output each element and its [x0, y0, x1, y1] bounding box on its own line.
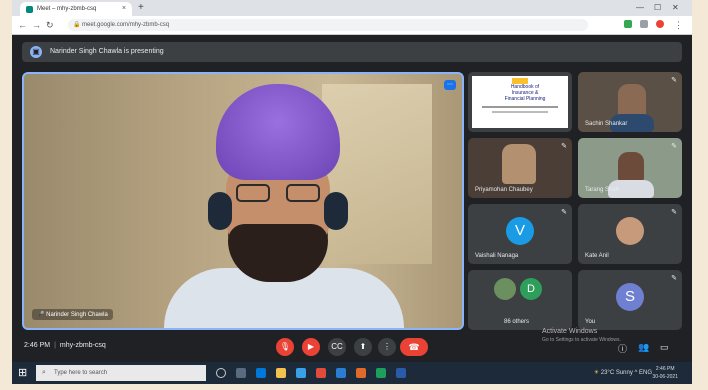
close-tab-icon[interactable]: × — [122, 2, 126, 16]
reload-icon[interactable]: ↻ — [46, 19, 54, 31]
close-window-icon[interactable]: ✕ — [672, 0, 679, 16]
menu-icon[interactable]: ⋮ — [674, 19, 683, 31]
tab-title: Meet – mhy-zbmb-csq — [37, 6, 97, 12]
avatar: S — [616, 283, 644, 311]
maximize-icon[interactable]: ☐ — [654, 0, 661, 16]
main-speaker-video[interactable]: ⋯ 🎤 Narinder Singh Chawla — [22, 72, 464, 330]
mute-icon: ✎ — [561, 209, 567, 216]
mute-icon: ✎ — [561, 143, 567, 150]
tile-participant[interactable]: ✎ Sachin Shankar — [578, 72, 682, 132]
tile-participant[interactable]: V ✎ Vaishali Nanaga — [468, 204, 572, 264]
profile-icon[interactable] — [656, 20, 664, 28]
extension-icon[interactable] — [640, 20, 648, 28]
cortana-icon[interactable] — [216, 368, 226, 378]
mic-off-icon[interactable]: 🎙 — [276, 338, 294, 356]
avatar: V — [506, 217, 534, 245]
presentation-icon: ▣ — [30, 46, 42, 58]
edge-icon[interactable] — [256, 368, 266, 378]
browser-tab[interactable]: Meet – mhy-zbmb-csq × — [20, 2, 132, 16]
turban — [216, 84, 340, 180]
mute-icon: ✎ — [671, 209, 677, 216]
participant-name: Vaishali Nanaga — [475, 253, 519, 259]
url-input[interactable]: 🔒 meet.google.com/mhy-zbmb-csq — [68, 19, 588, 31]
slide-title: Handbook of Insurance & Financial Planni… — [504, 84, 546, 102]
tile-others[interactable]: D 86 others — [468, 270, 572, 330]
meeting-controls: 2:46 PM | mhy-zbmb-csq 🎙 ▶ CC ⬆ ⋮ ☎ Activa… — [12, 328, 692, 362]
file-explorer-icon[interactable] — [276, 368, 286, 378]
forward-icon[interactable]: → — [32, 19, 41, 31]
slide-preview: Handbook of Insurance & Financial Planni… — [472, 76, 568, 128]
end-call-button[interactable]: ☎ — [400, 338, 428, 356]
camera-off-icon[interactable]: ▶ — [302, 338, 320, 356]
glasses — [236, 184, 320, 204]
meeting-time: 2:46 PM — [24, 342, 51, 349]
system-tray[interactable]: ☀ 23°C Sunny ^ ENG — [594, 362, 652, 384]
tile-self[interactable]: S ✎ You — [578, 270, 682, 330]
avatar — [494, 278, 516, 300]
present-icon[interactable]: ⬆ — [354, 338, 372, 356]
windows-start-icon[interactable]: ⊞ — [18, 367, 27, 379]
participant-name: Priyamohan Chaubey — [475, 187, 533, 193]
word-icon[interactable] — [336, 368, 346, 378]
captions-icon[interactable]: CC — [328, 338, 346, 356]
people-icon[interactable]: 👥 — [638, 342, 649, 353]
chat-icon[interactable]: ▭ — [660, 342, 669, 353]
store-icon[interactable] — [296, 368, 306, 378]
speaker-name: 🎤 Narinder Singh Chawla — [32, 309, 113, 320]
chrome-icon[interactable] — [316, 368, 326, 378]
participant-name: Tarang Shah — [585, 187, 620, 193]
mute-icon: ✎ — [671, 77, 677, 84]
address-bar: ← → ↻ 🔒 meet.google.com/mhy-zbmb-csq ⋮ — [12, 16, 692, 35]
tile-participant[interactable]: ✎ Kate Anil — [578, 204, 682, 264]
mute-icon: ✎ — [671, 275, 677, 282]
participant-name: Sachin Shankar — [585, 121, 628, 127]
participant-name: Kate Anil — [585, 253, 609, 259]
presenting-text: Narinder Singh Chawla is presenting — [50, 48, 164, 55]
info-icon[interactable]: ⓘ — [618, 342, 627, 355]
meeting-code: mhy-zbmb-csq — [59, 342, 106, 349]
task-view-icon[interactable] — [236, 368, 246, 378]
screen: Meet – mhy-zbmb-csq × + — ☐ ✕ ← → ↻ 🔒 me… — [12, 0, 692, 384]
tile-presentation[interactable]: Handbook of Insurance & Financial Planni… — [468, 72, 572, 132]
extension-icon[interactable] — [624, 20, 632, 28]
participant-name: 86 others — [504, 319, 530, 325]
app-icon[interactable] — [396, 368, 406, 378]
avatar — [616, 217, 644, 245]
windows-taskbar: ⊞ ⌕ Type here to search ☀ 23°C Sunny ^ E… — [12, 362, 692, 384]
meet-app-icon[interactable] — [376, 368, 386, 378]
tile-participant[interactable]: ✎ Priyamohan Chaubey — [468, 138, 572, 198]
minimize-icon[interactable]: — — [636, 0, 644, 16]
search-icon: ⌕ — [42, 369, 46, 376]
taskbar-search-input[interactable]: ⌕ Type here to search — [36, 365, 206, 381]
back-icon[interactable]: ← — [18, 19, 27, 31]
meeting-info: 2:46 PM | mhy-zbmb-csq — [24, 342, 106, 349]
browser-tab-bar: Meet – mhy-zbmb-csq × + — ☐ ✕ — [12, 0, 692, 16]
mute-icon: ✎ — [671, 143, 677, 150]
more-options-icon[interactable]: ⋯ — [444, 80, 456, 90]
presenting-banner: ▣ Narinder Singh Chawla is presenting — [22, 42, 682, 62]
speaker-image — [164, 84, 404, 328]
meet-favicon-icon — [26, 5, 33, 13]
participant-name: You — [585, 319, 596, 325]
powerpoint-icon[interactable] — [356, 368, 366, 378]
url-text: meet.google.com/mhy-zbmb-csq — [82, 22, 170, 28]
more-options-icon[interactable]: ⋮ — [378, 338, 396, 356]
activate-windows-watermark: Activate Windows Go to Settings to activ… — [542, 328, 621, 343]
avatar: D — [520, 278, 542, 300]
new-tab-button[interactable]: + — [138, 1, 144, 15]
tile-participant[interactable]: ✎ Tarang Shah — [578, 138, 682, 198]
lock-icon: 🔒 — [73, 22, 81, 28]
taskbar-clock[interactable]: 2:46 PM 30-06-2021 — [652, 365, 678, 381]
